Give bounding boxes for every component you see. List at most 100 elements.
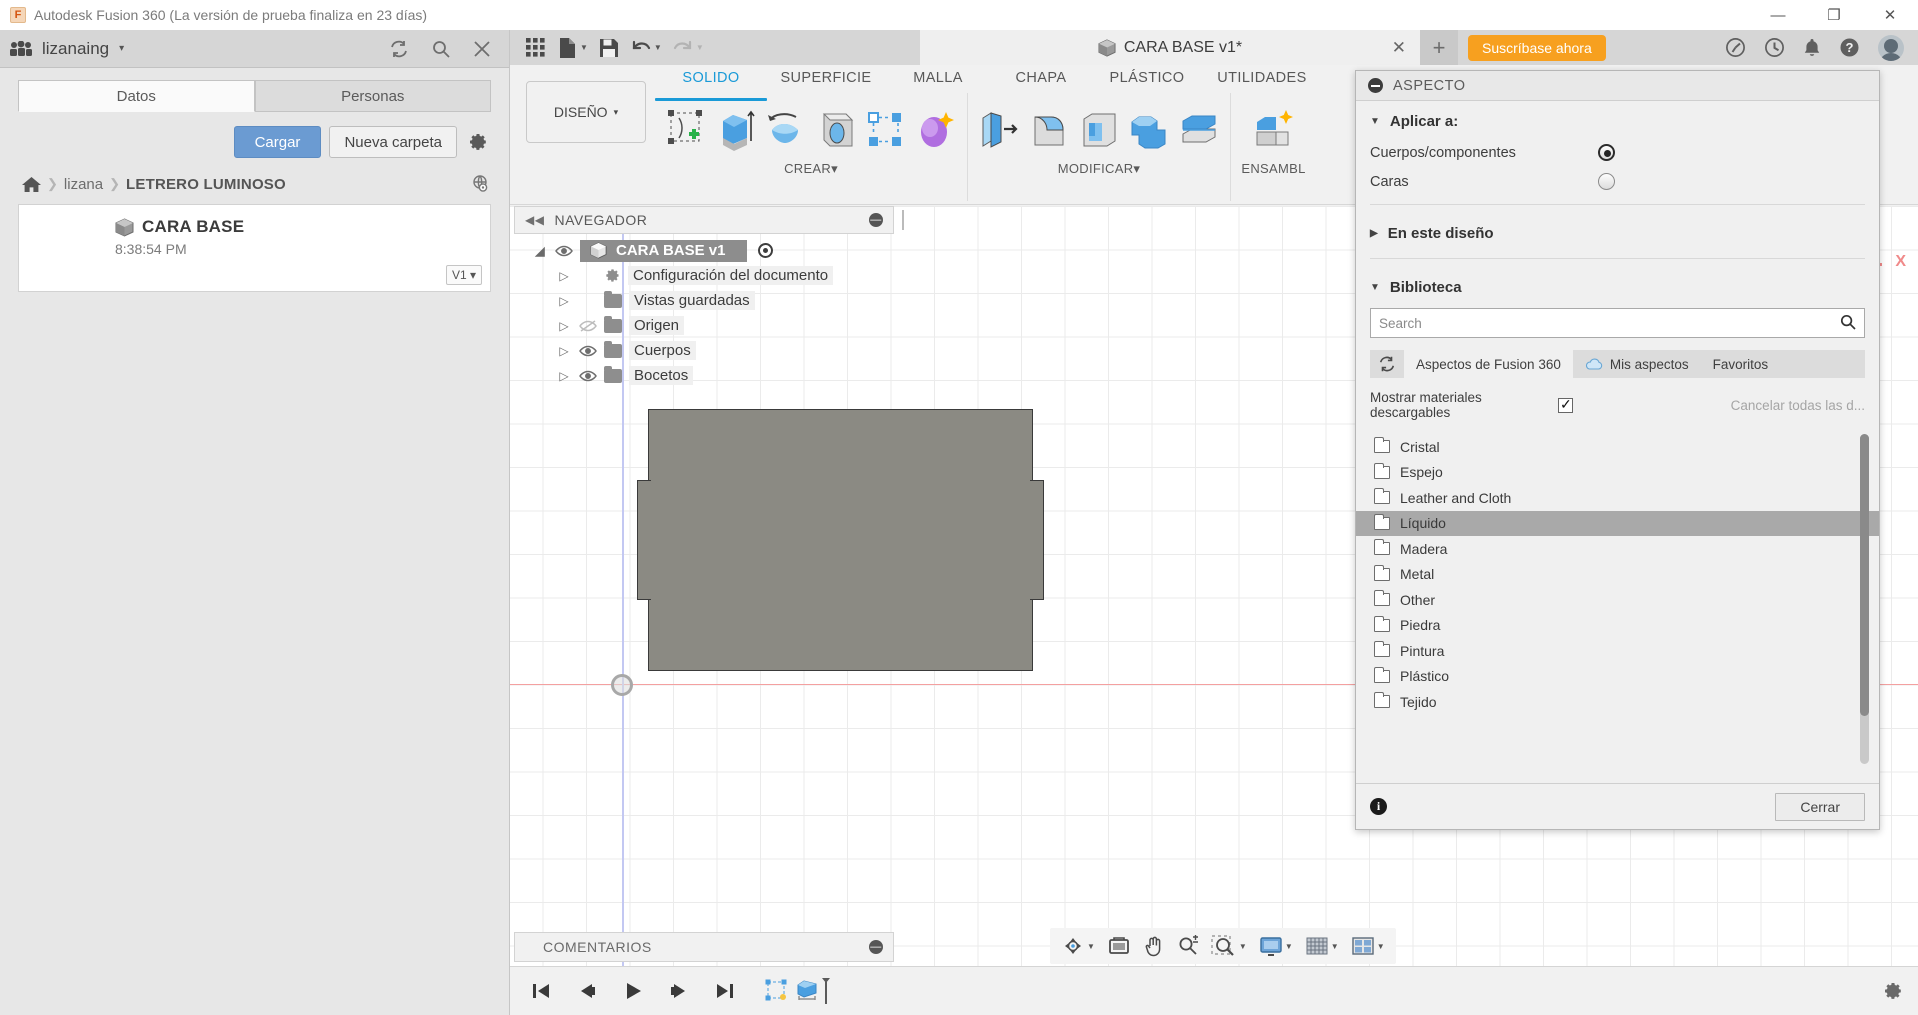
avatar[interactable] <box>1878 35 1904 61</box>
tree-node-saved-views[interactable]: ▷ Vistas guardadas <box>514 288 894 313</box>
recent-icon[interactable] <box>1764 37 1785 58</box>
chevron-down-icon[interactable]: ▼ <box>580 43 588 52</box>
new-component-icon[interactable] <box>1251 101 1297 159</box>
zoom-window-icon[interactable]: ▼ <box>1206 931 1252 961</box>
combine-icon[interactable] <box>1126 101 1172 159</box>
gear-icon[interactable] <box>465 129 491 155</box>
library-item[interactable]: Cristal <box>1356 434 1879 460</box>
cancel-downloads-link[interactable]: Cancelar todas las d... <box>1731 398 1865 413</box>
look-at-icon[interactable] <box>1102 932 1136 960</box>
revolve-icon[interactable] <box>763 101 809 159</box>
close-dialog-button[interactable]: Cerrar <box>1775 793 1865 821</box>
file-card[interactable]: CARA BASE 8:38:54 PM V1 ▾ <box>18 204 491 292</box>
shell-icon[interactable] <box>1076 101 1122 159</box>
form-icon[interactable] <box>913 101 959 159</box>
search-icon[interactable] <box>431 39 451 59</box>
chevron-down-icon[interactable]: ▼ <box>1285 942 1293 951</box>
step-forward-icon[interactable] <box>664 976 694 1006</box>
grid-snaps-icon[interactable]: ▼ <box>1300 932 1344 960</box>
grid-apps-icon[interactable] <box>520 33 550 63</box>
refresh-library-icon[interactable] <box>1370 350 1404 378</box>
search-input[interactable] <box>1370 308 1865 338</box>
zoom-icon[interactable] <box>1172 932 1204 960</box>
section-library[interactable]: ▼ Biblioteca <box>1356 267 1879 304</box>
fillet-icon[interactable] <box>1026 101 1072 159</box>
library-scrollbar-thumb[interactable] <box>1860 434 1869 716</box>
pattern-icon[interactable] <box>863 101 909 159</box>
chevron-down-icon[interactable]: ▼ <box>1239 942 1247 951</box>
tree-node-sketches[interactable]: ▷ Bocetos <box>514 363 894 388</box>
show-downloadable-checkbox[interactable] <box>1558 398 1573 413</box>
close-window-button[interactable]: ✕ <box>1862 0 1918 30</box>
new-tab-button[interactable]: + <box>1420 30 1458 65</box>
job-status-icon[interactable] <box>1725 37 1746 58</box>
search-icon[interactable] <box>1840 314 1856 330</box>
library-item[interactable]: Pintura <box>1356 638 1879 664</box>
notifications-icon[interactable] <box>1803 38 1821 58</box>
home-icon[interactable] <box>22 176 41 193</box>
library-item-selected[interactable]: Líquido <box>1356 511 1879 537</box>
create-sketch-icon[interactable] <box>663 101 709 159</box>
ribbon-group-label[interactable]: ENSAMBL <box>1241 161 1305 176</box>
document-tab[interactable]: CARA BASE v1* ✕ <box>920 30 1420 65</box>
new-file-icon[interactable] <box>552 33 582 63</box>
library-item[interactable]: Piedra <box>1356 613 1879 639</box>
redo-icon[interactable] <box>668 33 698 63</box>
sweep-icon[interactable] <box>813 101 859 159</box>
pan-icon[interactable] <box>1138 932 1170 960</box>
info-icon[interactable]: i <box>1370 798 1387 815</box>
timeline-settings-gear-icon[interactable] <box>1882 980 1904 1002</box>
solid-body-cara-base[interactable] <box>648 409 1033 671</box>
library-item[interactable]: Other <box>1356 587 1879 613</box>
radio-bodies-components[interactable] <box>1598 144 1615 161</box>
split-face-icon[interactable] <box>1176 101 1222 159</box>
chevron-down-icon[interactable]: ▼ <box>654 43 662 52</box>
navigator-resize-grip[interactable] <box>902 210 904 230</box>
breadcrumb-item-folder[interactable]: LETRERO LUMINOSO <box>126 176 286 193</box>
expand-arrow-icon[interactable]: ▷ <box>556 369 572 383</box>
comments-menu-icon[interactable]: — <box>869 940 883 954</box>
chevron-down-icon[interactable]: ▼ <box>1331 942 1339 951</box>
section-in-this-design[interactable]: ▶ En este diseño <box>1356 213 1879 250</box>
visibility-eye-icon[interactable] <box>555 245 573 257</box>
chevron-down-icon[interactable]: ▼ <box>696 43 704 52</box>
breadcrumb-item-project[interactable]: lizana <box>64 176 103 193</box>
expand-arrow-icon[interactable]: ▷ <box>556 294 572 308</box>
tree-node-root[interactable]: ◢ CARA BASE <box>514 238 894 263</box>
step-back-icon[interactable] <box>572 976 602 1006</box>
tree-node-origin[interactable]: ▷ Origen <box>514 313 894 338</box>
new-folder-button[interactable]: Nueva carpeta <box>329 126 457 158</box>
visibility-eye-icon[interactable] <box>579 370 597 382</box>
go-to-end-icon[interactable] <box>710 976 740 1006</box>
chevron-down-icon[interactable]: ▼ <box>1377 942 1385 951</box>
close-panel-icon[interactable] <box>473 40 491 58</box>
library-tab-fusion360[interactable]: Aspectos de Fusion 360 <box>1404 350 1573 378</box>
subscribe-button[interactable]: Suscríbase ahora <box>1468 35 1606 61</box>
origin-point-icon[interactable] <box>611 674 633 696</box>
orbit-icon[interactable]: ▼ <box>1056 932 1100 960</box>
comments-panel[interactable]: COMENTARIOS — <box>514 932 894 962</box>
activate-component-radio[interactable] <box>758 243 773 258</box>
viewports-icon[interactable]: ▼ <box>1346 932 1390 960</box>
radio-faces[interactable] <box>1598 173 1615 190</box>
sketch-feature-icon[interactable] <box>764 978 790 1004</box>
extrude-icon[interactable] <box>713 101 759 159</box>
upload-button[interactable]: Cargar <box>234 126 322 158</box>
tab-personas[interactable]: Personas <box>255 80 492 112</box>
ribbon-group-label[interactable]: CREAR▾ <box>784 161 838 177</box>
display-settings-icon[interactable]: ▼ <box>1254 932 1298 960</box>
library-item[interactable]: Espejo <box>1356 460 1879 486</box>
tree-node-bodies[interactable]: ▷ Cuerpos <box>514 338 894 363</box>
go-to-beginning-icon[interactable] <box>526 976 556 1006</box>
library-item[interactable]: Madera <box>1356 536 1879 562</box>
collapse-panel-icon[interactable]: ◀◀ <box>525 213 544 227</box>
expand-arrow-icon[interactable]: ▷ <box>556 269 572 283</box>
undo-icon[interactable] <box>626 33 656 63</box>
library-item[interactable]: Tejido <box>1356 689 1879 715</box>
library-item[interactable]: Metal <box>1356 562 1879 588</box>
extrude-feature-icon[interactable] <box>796 976 830 1006</box>
library-tab-my-appearances[interactable]: Mis aspectos <box>1573 350 1701 378</box>
radio-row-bodies[interactable]: Cuerpos/componentes <box>1356 138 1879 167</box>
ribbon-group-label[interactable]: MODIFICAR▾ <box>1058 161 1140 177</box>
chevron-down-icon[interactable]: ▼ <box>1087 942 1095 951</box>
